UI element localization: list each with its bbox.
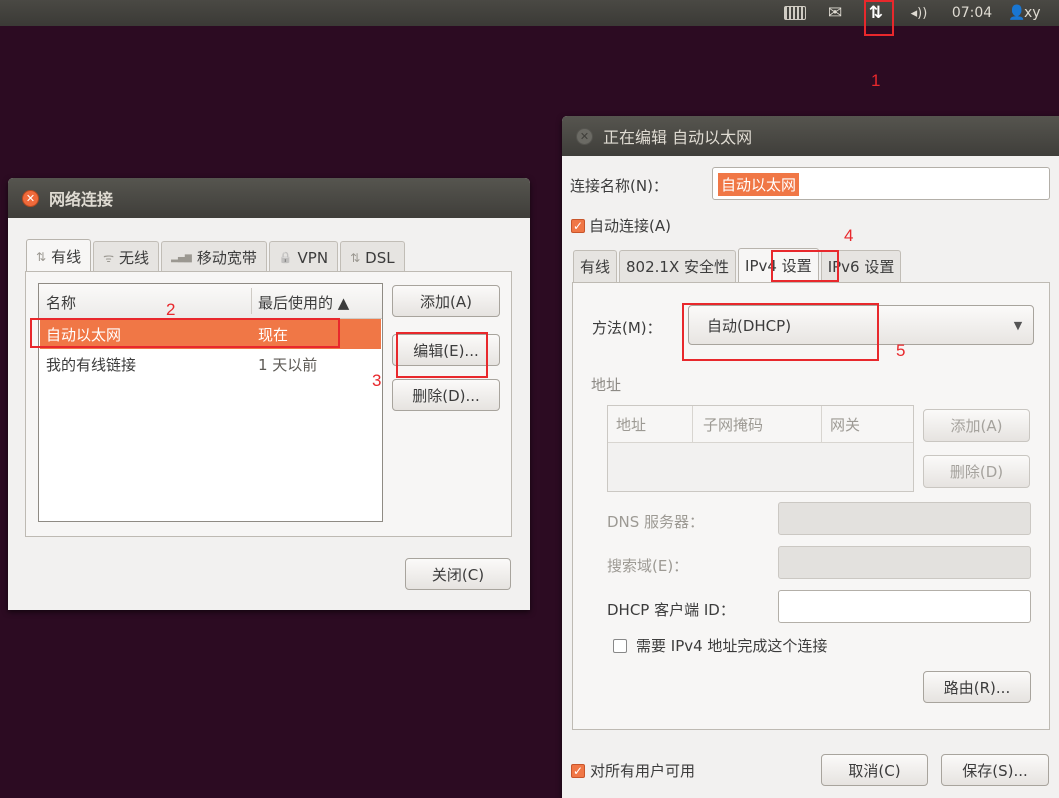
net-window-title: 网络连接 [49,190,114,209]
edit-connection-window: ✕ 正在编辑 自动以太网 连接名称(N)： 自动以太网 ✓ 自动连接(A) 有线… [562,116,1059,798]
tab-mobile-broadband[interactable]: ▂▄▆ 移动宽带 [161,241,267,273]
delete-connection-button[interactable]: 删除(D)... [392,379,500,411]
column-header-last-used[interactable]: 最后使用的 ▲ [258,292,349,313]
dns-servers-input[interactable] [778,502,1031,535]
net-window-titlebar[interactable]: ✕ 网络连接 [8,178,530,218]
tab-8021x-security[interactable]: 802.1X 安全性 [619,250,737,282]
connection-name-value: 自动以太网 [718,173,800,196]
delete-address-button[interactable]: 删除(D) [923,455,1030,488]
annotation-number-4: 4 [844,226,854,245]
annotation-number-1: 1 [871,71,881,90]
close-icon[interactable]: ✕ [576,127,593,145]
annotation-number-5: 5 [896,341,906,360]
annotation-number-3: 3 [372,371,382,390]
clock[interactable]: 07:04 [946,0,998,26]
require-ipv4-label: 需要 IPv4 地址完成这个连接 [636,637,828,655]
top-panel: ✉ ⇅ ◂)) 07:04 👤 xy [0,0,1059,26]
username[interactable]: xy [1024,0,1059,26]
edit-window-title: 正在编辑 自动以太网 [603,128,753,147]
add-connection-button[interactable]: 添加(A) [392,285,500,317]
auto-connect-checkbox[interactable]: ✓ [571,219,585,233]
sound-icon[interactable]: ◂)) [902,0,936,26]
envelope-icon[interactable]: ✉ [823,0,847,26]
address-table-header: 地址 子网掩码 网关 [608,406,913,443]
search-domains-label: 搜索域(E)： [607,557,689,575]
require-ipv4-checkbox[interactable] [613,639,627,653]
dhcp-client-id-input[interactable] [778,590,1031,623]
wifi-icon: ᯤ [103,251,115,265]
tab-vpn[interactable]: 🔒 VPN [268,241,339,273]
address-table[interactable]: 地址 子网掩码 网关 [607,405,914,492]
tab-dsl[interactable]: ⇅ DSL [340,241,405,273]
annotation-number-2: 2 [166,300,176,319]
annotation-box-5 [682,303,879,361]
list-item-my-wired-link[interactable]: 我的有线链接 1 天以前 [40,349,381,379]
dropdown-arrow-icon: ▼ [1013,318,1023,332]
connection-type-tabs: ⇅ 有线 ᯤ 无线 ▂▄▆ 移动宽带 🔒 VPN ⇅ DSL [26,239,407,273]
all-users-checkbox[interactable]: ✓ [571,764,585,778]
close-button[interactable]: 关闭(C) [405,558,511,590]
column-header-gateway: 网关 [830,416,861,434]
method-label: 方法(M)： [592,319,662,337]
edit-window-titlebar[interactable]: ✕ 正在编辑 自动以太网 [562,116,1059,156]
tab-wired[interactable]: ⇅ 有线 [26,239,92,273]
keyboard-icon[interactable] [782,0,808,26]
column-header-netmask: 子网掩码 [703,416,764,434]
annotation-box-4 [771,250,839,282]
address-section-label: 地址 [591,376,622,394]
annotation-box-3 [396,332,488,378]
dns-servers-label: DNS 服务器： [607,513,705,531]
network-connections-window: ✕ 网络连接 ⇅ 有线 ᯤ 无线 ▂▄▆ 移动宽带 🔒 VPN ⇅ DSL 名称 [8,178,530,610]
tab-wired-settings[interactable]: 有线 [573,250,618,282]
search-domains-input[interactable] [778,546,1031,579]
connection-name-label: 连接名称(N)： [570,177,668,195]
annotation-box-1 [864,0,894,36]
cancel-button[interactable]: 取消(C) [821,754,928,786]
wired-tab-panel: 名称 最后使用的 ▲ 自动以太网 现在 我的有线链接 1 天以前 添加(A) 编… [25,271,512,537]
connection-name-input[interactable]: 自动以太网 [712,167,1050,200]
close-icon[interactable]: ✕ [22,189,39,207]
column-header-address: 地址 [616,416,647,434]
annotation-box-2 [30,318,340,348]
wired-icon: ⇅ [36,249,47,264]
auto-connect-label: 自动连接(A) [589,217,671,235]
dhcp-client-id-label: DHCP 客户端 ID： [607,601,735,619]
column-header-name[interactable]: 名称 [46,292,76,313]
signal-bars-icon: ▂▄▆ [171,252,192,263]
tab-wireless[interactable]: ᯤ 无线 [93,241,160,273]
settings-tabs: 有线 802.1X 安全性 IPv4 设置 IPv6 设置 [573,248,903,282]
add-address-button[interactable]: 添加(A) [923,409,1030,442]
all-users-label: 对所有用户可用 [590,762,696,780]
connection-list-header: 名称 最后使用的 ▲ [39,284,382,319]
lock-icon: 🔒 [278,251,293,264]
save-button[interactable]: 保存(S)... [941,754,1049,786]
dsl-icon: ⇅ [350,250,361,265]
routes-button[interactable]: 路由(R)... [923,671,1031,703]
